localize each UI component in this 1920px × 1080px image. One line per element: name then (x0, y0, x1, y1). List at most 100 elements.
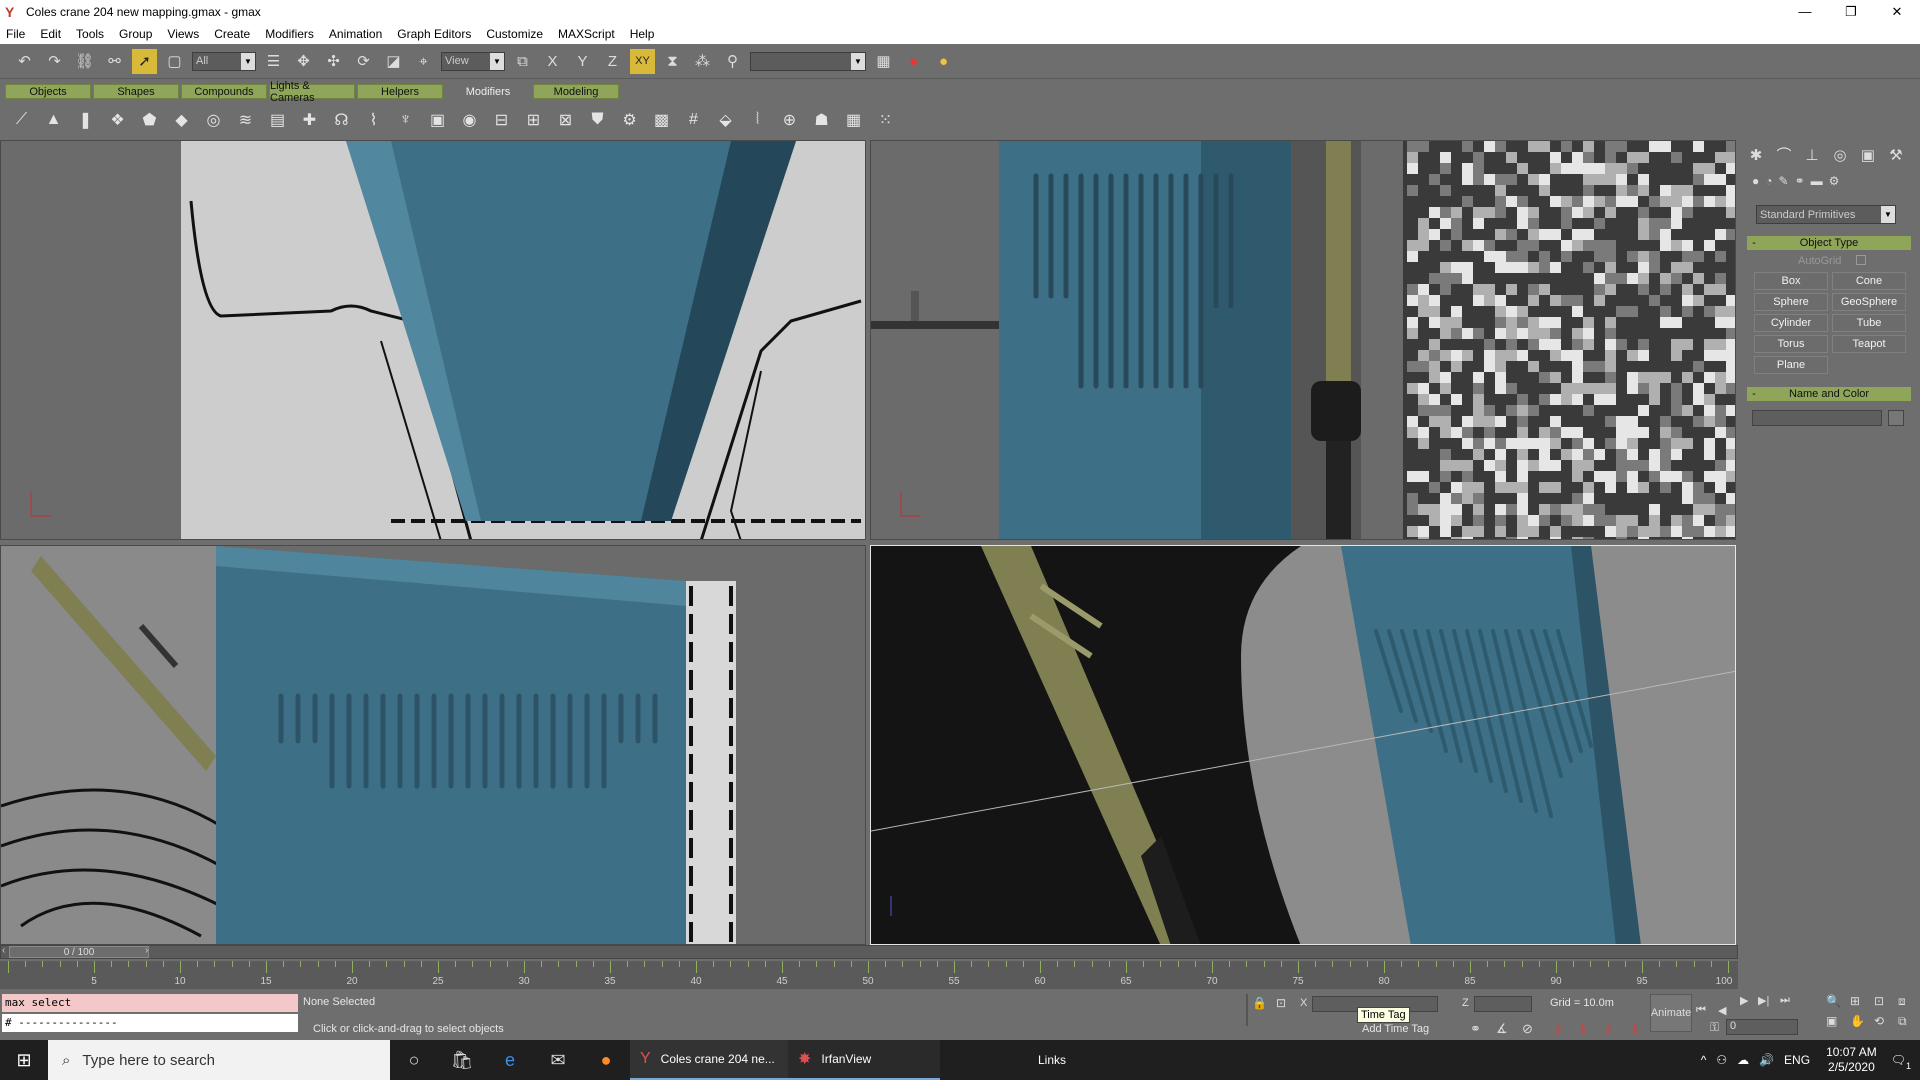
pivot-icon[interactable]: ⌖ (411, 49, 436, 74)
noise-icon[interactable]: ❖ (104, 108, 131, 133)
time-slider[interactable]: ‹ 0 / 100 › (0, 945, 1738, 959)
volume-icon[interactable]: 🔊 (1759, 1053, 1774, 1067)
menu-views[interactable]: Views (167, 27, 199, 41)
geosphere-button[interactable]: GeoSphere (1832, 293, 1906, 311)
spherify-icon[interactable]: ☊ (328, 108, 355, 133)
pivot-center-icon[interactable]: ⧉ (510, 49, 535, 74)
name-and-color-rollout[interactable]: - Name and Color (1747, 387, 1911, 401)
tube-button[interactable]: Tube (1832, 314, 1906, 332)
plane-button[interactable]: Plane (1754, 356, 1828, 374)
snaps-toggle-icon[interactable]: ⚭ (1470, 1021, 1481, 1037)
menu-edit[interactable]: Edit (40, 27, 61, 41)
goto-end-icon[interactable]: ⏭ (1780, 994, 1790, 1007)
tab-modifiers[interactable]: Modifiers (445, 84, 531, 99)
prev-frame-icon[interactable]: ◀ (1718, 1004, 1738, 1017)
optimize-icon[interactable]: ⬙ (712, 108, 739, 133)
wave-icon[interactable]: ≋ (232, 108, 259, 133)
goto-start-icon[interactable]: ⏮ (1696, 1004, 1716, 1017)
axis-y-button[interactable]: Y (570, 49, 595, 74)
zoom-icon[interactable]: 🔍 (1826, 994, 1848, 1012)
box-button[interactable]: Box (1754, 272, 1828, 290)
cone-button[interactable]: Cone (1832, 272, 1906, 290)
tab-compounds[interactable]: Compounds (181, 84, 267, 99)
tab-modeling[interactable]: Modeling (533, 84, 619, 99)
grid-icon[interactable]: # (680, 108, 707, 133)
menu-maxscript[interactable]: MAXScript (558, 27, 615, 41)
unlink-icon[interactable]: ⚯ (102, 49, 127, 74)
key-tangent-icon[interactable]: ⚷ (1630, 1021, 1640, 1037)
taskbar-search[interactable]: ⌕ Type here to search (48, 1040, 390, 1080)
xform-icon[interactable]: ⊞ (520, 108, 547, 133)
minimize-button[interactable]: — (1782, 0, 1828, 23)
add-time-tag-button[interactable]: Add Time Tag (1362, 1023, 1429, 1035)
tab-objects[interactable]: Objects (5, 84, 91, 99)
material-editor-icon[interactable]: ▦ (871, 49, 896, 74)
menu-help[interactable]: Help (630, 27, 655, 41)
maxscript-listener-input[interactable]: # --------------- (2, 1014, 298, 1032)
viewport-perspective[interactable] (870, 545, 1736, 945)
chevron-right-icon[interactable]: › (145, 945, 148, 956)
undo-icon[interactable]: ↶ (12, 49, 37, 74)
axis-x-button[interactable]: X (540, 49, 565, 74)
mail-icon[interactable]: ✉ (534, 1040, 582, 1080)
tab-lights-cameras[interactable]: Lights & Cameras (269, 80, 355, 104)
redo-icon[interactable]: ↷ (42, 49, 67, 74)
normal-icon[interactable]: ⦚ (744, 108, 771, 133)
rotate-icon[interactable]: ⟳ (351, 49, 376, 74)
mirror-icon[interactable]: ⧗ (660, 49, 685, 74)
links-toolbar[interactable]: Links (1038, 1053, 1066, 1067)
taskbar-clock[interactable]: 10:07 AM 2/5/2020 (1826, 1045, 1877, 1075)
chevron-left-icon[interactable]: ‹ (2, 945, 5, 956)
angle-snap-icon[interactable]: ∡ (1496, 1021, 1508, 1037)
region-select-icon[interactable]: ▢ (162, 49, 187, 74)
shell-icon[interactable]: ⛊ (584, 108, 611, 133)
snap-icon[interactable]: ⚲ (720, 49, 745, 74)
unwrap-icon[interactable]: ▩ (648, 108, 675, 133)
utilities-panel-icon[interactable]: ⚒ (1884, 142, 1908, 167)
skew-icon[interactable]: ▤ (264, 108, 291, 133)
volume-select-icon[interactable]: ☗ (808, 108, 835, 133)
time-slider-handle[interactable]: 0 / 100 (9, 946, 149, 958)
modify-panel-icon[interactable]: ⌒ (1772, 142, 1796, 167)
maximize-button[interactable]: ❐ (1828, 0, 1874, 23)
menu-graph-editors[interactable]: Graph Editors (397, 27, 471, 41)
onedrive-icon[interactable]: ☁ (1737, 1053, 1749, 1067)
current-frame-field[interactable]: 0 (1726, 1019, 1798, 1035)
motion-panel-icon[interactable]: ◎ (1828, 142, 1852, 167)
uvw-map-icon[interactable]: ⚙ (616, 108, 643, 133)
axis-z-button[interactable]: Z (600, 49, 625, 74)
systems-icon[interactable]: ⚙ (1829, 174, 1840, 188)
menu-group[interactable]: Group (119, 27, 152, 41)
ffd-icon[interactable]: ▣ (424, 108, 451, 133)
show-hidden-icons-icon[interactable]: ^ (1701, 1053, 1707, 1067)
checker-icon[interactable]: ▦ (840, 108, 867, 133)
render-icon[interactable]: ● (901, 49, 926, 74)
menu-customize[interactable]: Customize (486, 27, 543, 41)
geometry-icon[interactable]: ● (1752, 174, 1759, 188)
tab-shapes[interactable]: Shapes (93, 84, 179, 99)
squeeze-icon[interactable]: ◆ (168, 108, 195, 133)
language-indicator[interactable]: ENG (1784, 1053, 1810, 1067)
taper-icon[interactable]: ▲ (40, 108, 67, 133)
stretch-icon[interactable]: ⬟ (136, 108, 163, 133)
menu-file[interactable]: File (6, 27, 25, 41)
store-icon[interactable]: 🛍 (438, 1040, 486, 1080)
cameras-icon[interactable]: ⚭ (1795, 174, 1805, 188)
quick-render-icon[interactable]: ● (931, 49, 956, 74)
menu-create[interactable]: Create (214, 27, 250, 41)
scale-icon[interactable]: ◪ (381, 49, 406, 74)
key-mode-icon[interactable]: ⚷ (1603, 1021, 1613, 1037)
windows-start-icon[interactable]: ⊞ (0, 1040, 48, 1080)
zoom-extents-all-icon[interactable]: ⧈ (1898, 994, 1920, 1012)
zoom-extents-icon[interactable]: ⊡ (1874, 994, 1896, 1012)
viewport-top-left[interactable] (0, 140, 866, 540)
teapot-button[interactable]: Teapot (1832, 335, 1906, 353)
track-bar[interactable]: 5 10 15 20 25 30 35 40 45 50 55 60 65 70 75 80 85 90 95 100 (0, 961, 1738, 989)
play-icon[interactable]: ▶ (1740, 994, 1748, 1007)
display-panel-icon[interactable]: ▣ (1856, 142, 1880, 167)
object-color-swatch[interactable] (1888, 410, 1904, 426)
network-icon[interactable]: ⚇ (1716, 1053, 1727, 1067)
viewport-top-right[interactable] (870, 140, 1736, 540)
align-icon[interactable]: ⁂ (690, 49, 715, 74)
object-type-rollout[interactable]: - Object Type (1747, 236, 1911, 250)
